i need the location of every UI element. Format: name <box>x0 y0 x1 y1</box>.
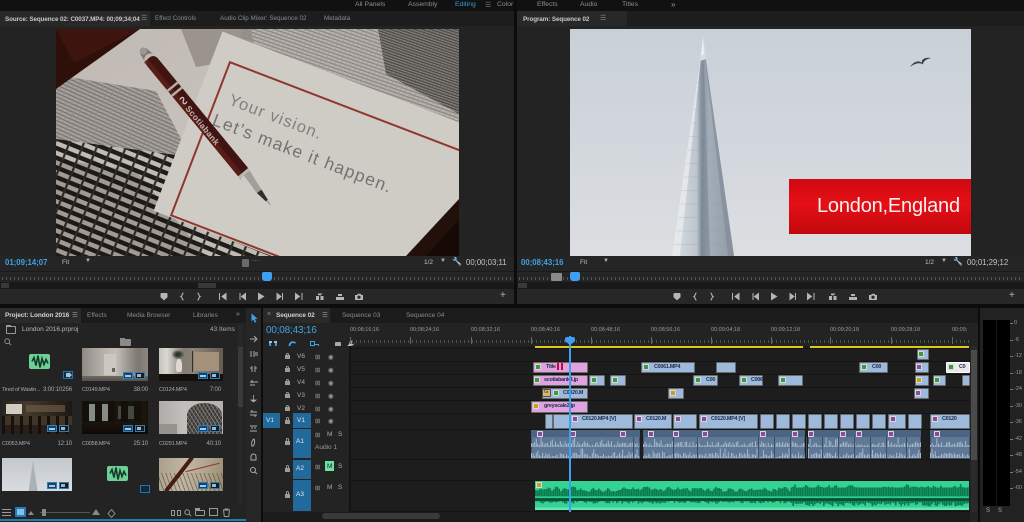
svg-text:London,England: London,England <box>817 195 960 217</box>
